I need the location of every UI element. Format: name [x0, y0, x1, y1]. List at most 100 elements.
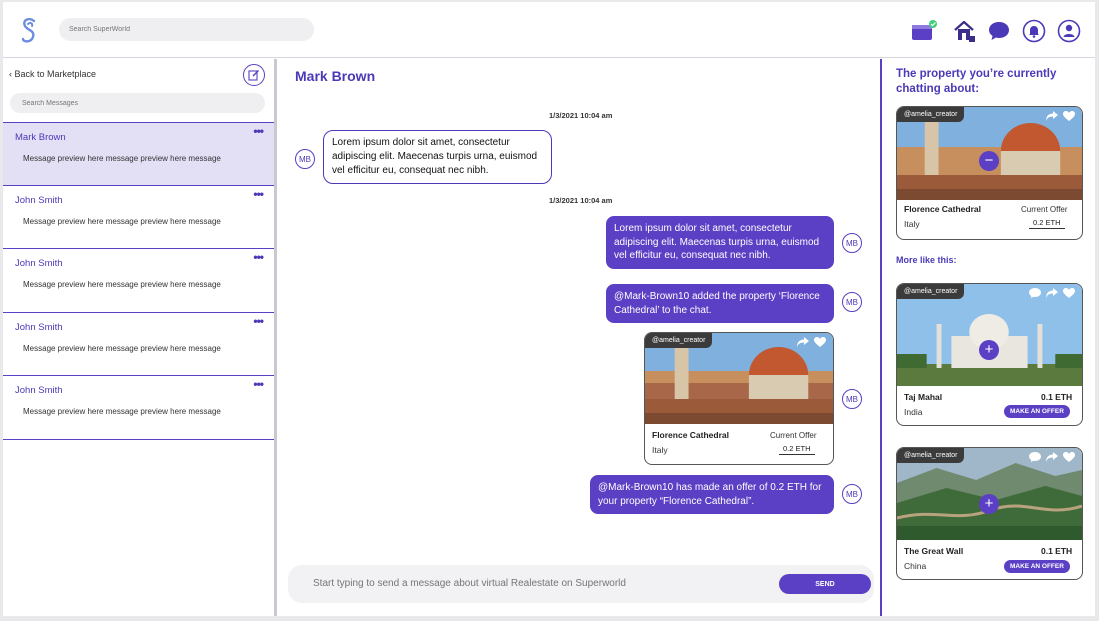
- back-label: Back to Marketplace: [14, 69, 97, 79]
- more-options-icon[interactable]: •••: [253, 314, 264, 328]
- sender-avatar: MB: [842, 233, 862, 253]
- add-property-button[interactable]: +: [979, 494, 999, 514]
- property-price: 0.1 ETH: [1041, 546, 1073, 556]
- property-country: India: [904, 407, 923, 417]
- current-offer-label: Current Offer: [1021, 205, 1068, 214]
- share-icon[interactable]: [1045, 110, 1059, 122]
- plus-icon: +: [984, 495, 994, 512]
- conversation-preview: Message preview here message preview her…: [23, 280, 221, 289]
- more-options-icon[interactable]: •••: [253, 187, 264, 201]
- property-owner-tag: @amelia_creator: [897, 448, 965, 463]
- card-actions: [1045, 110, 1076, 122]
- card-actions: [1028, 451, 1076, 463]
- conversation-item[interactable]: Mark Brown Message preview here message …: [3, 122, 274, 186]
- global-search-input[interactable]: [59, 18, 314, 41]
- wallet-icon[interactable]: [909, 19, 937, 43]
- taj-mahal-image: [897, 284, 1082, 386]
- conversation-name: John Smith: [15, 385, 63, 396]
- card-actions: [1028, 287, 1076, 299]
- sender-avatar: MB: [842, 292, 862, 312]
- user-profile-icon[interactable]: [1057, 19, 1081, 43]
- current-property-heading: The property you’re currently chatting a…: [896, 68, 1057, 95]
- suggested-property-card[interactable]: @amelia_creator + Taj Mahal India 0.1 ET…: [896, 283, 1083, 426]
- outgoing-message: Lorem ipsum dolor sit amet, consectetur …: [606, 216, 834, 269]
- minus-icon: −: [984, 152, 994, 169]
- back-to-marketplace-link[interactable]: ‹ Back to Marketplace: [9, 69, 96, 79]
- property-name: The Great Wall: [904, 546, 964, 556]
- top-header: [3, 2, 1095, 58]
- property-card[interactable]: @amelia_creator Florence Cathedral Italy…: [644, 332, 834, 465]
- conversation-preview: Message preview here message preview her…: [23, 154, 221, 163]
- property-name: Taj Mahal: [904, 392, 943, 402]
- current-property-card[interactable]: @amelia_creator − Florence Cathedral Ita…: [896, 106, 1083, 240]
- sender-avatar: MB: [842, 484, 862, 504]
- app-window: ‹ Back to Marketplace Mark Brown Message…: [3, 2, 1095, 616]
- more-options-icon[interactable]: •••: [253, 377, 264, 391]
- chevron-left-icon: ‹: [9, 69, 12, 79]
- conversation-sidebar: ‹ Back to Marketplace Mark Brown Message…: [3, 59, 277, 616]
- heart-icon[interactable]: [1062, 451, 1076, 463]
- conversation-item[interactable]: John Smith Message preview here message …: [3, 185, 274, 249]
- property-country: China: [904, 561, 927, 571]
- conversation-name: John Smith: [15, 321, 63, 333]
- share-icon[interactable]: [796, 336, 810, 348]
- conversation-item[interactable]: John Smith Message preview here message …: [3, 376, 274, 440]
- send-button[interactable]: SEND: [779, 574, 871, 594]
- message-input[interactable]: [313, 578, 753, 589]
- superworld-logo-icon[interactable]: [19, 17, 39, 45]
- notifications-bell-icon[interactable]: [1022, 19, 1046, 43]
- chat-panel: Mark Brown 1/3/2021 10:04 am MB Lorem ip…: [280, 59, 880, 616]
- more-like-this-heading: More like this:: [896, 255, 957, 265]
- incoming-message: Lorem ipsum dolor sit amet, consectetur …: [323, 130, 552, 184]
- share-icon[interactable]: [1045, 451, 1059, 463]
- suggested-property-card[interactable]: @amelia_creator + The Great Wall China 0…: [896, 447, 1083, 580]
- search-messages-input[interactable]: [10, 93, 265, 113]
- outgoing-message: @Mark-Brown10 added the property ‘Floren…: [606, 284, 834, 323]
- outgoing-message: @Mark-Brown10 has made an offer of 0.2 E…: [590, 475, 834, 514]
- conversation-preview: Message preview here message preview her…: [23, 343, 221, 353]
- property-country: Italy: [904, 219, 920, 229]
- message-timestamp: 1/3/2021 10:04 am: [549, 196, 613, 205]
- property-owner-tag: @amelia_creator: [645, 333, 713, 348]
- heart-icon[interactable]: [1062, 110, 1076, 122]
- current-offer-value: 0.2 ETH: [1029, 218, 1065, 229]
- current-offer-value: 0.2 ETH: [779, 444, 815, 455]
- card-actions: [796, 336, 827, 348]
- property-context-panel: The property you’re currently chatting a…: [880, 59, 1095, 616]
- heart-icon[interactable]: [813, 336, 827, 348]
- plus-icon: +: [984, 341, 994, 358]
- chat-icon[interactable]: [1028, 451, 1042, 463]
- conversation-preview: Message preview here message preview her…: [23, 407, 221, 416]
- add-property-button[interactable]: +: [979, 340, 999, 360]
- property-owner-tag: @amelia_creator: [897, 107, 965, 122]
- conversation-name: John Smith: [15, 258, 63, 269]
- property-country: Italy: [652, 445, 668, 455]
- make-offer-button[interactable]: MAKE AN OFFER: [1004, 405, 1070, 418]
- chat-icon[interactable]: [1028, 287, 1042, 299]
- property-name: Florence Cathedral: [904, 204, 981, 214]
- chat-bubble-icon[interactable]: [987, 19, 1011, 43]
- conversation-item[interactable]: John Smith Message preview here message …: [3, 312, 274, 376]
- conversation-preview: Message preview here message preview her…: [23, 216, 221, 226]
- conversation-list: Mark Brown Message preview here message …: [3, 122, 274, 440]
- contact-avatar: MB: [295, 149, 315, 169]
- more-options-icon[interactable]: •••: [253, 124, 264, 138]
- chat-contact-name: Mark Brown: [295, 68, 376, 84]
- property-name: Florence Cathedral: [652, 430, 729, 440]
- conversation-item[interactable]: John Smith Message preview here message …: [3, 249, 274, 313]
- compose-edit-icon: [248, 70, 259, 81]
- make-offer-button[interactable]: MAKE AN OFFER: [1004, 560, 1070, 573]
- property-owner-tag: @amelia_creator: [897, 284, 965, 299]
- message-composer: SEND: [288, 565, 874, 603]
- heart-icon[interactable]: [1062, 287, 1076, 299]
- share-icon[interactable]: [1045, 287, 1059, 299]
- conversation-name: John Smith: [15, 194, 63, 206]
- new-message-button[interactable]: [243, 64, 265, 86]
- property-price: 0.1 ETH: [1041, 392, 1073, 402]
- remove-property-button[interactable]: −: [979, 151, 999, 171]
- message-timestamp: 1/3/2021 10:04 am: [549, 111, 613, 120]
- current-offer-label: Current Offer: [770, 431, 817, 440]
- more-options-icon[interactable]: •••: [253, 250, 264, 264]
- properties-house-icon[interactable]: [952, 19, 976, 43]
- conversation-name: Mark Brown: [15, 132, 66, 143]
